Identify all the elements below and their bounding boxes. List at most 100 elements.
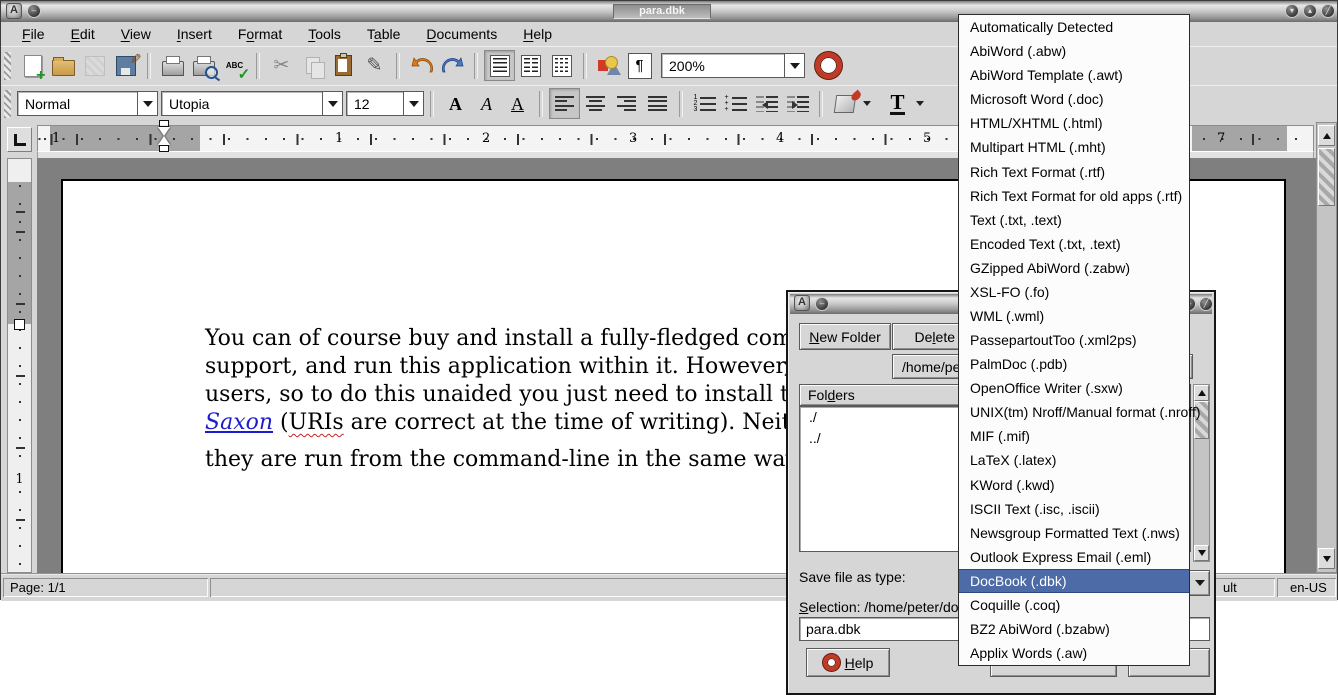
format-option[interactable]: Text (.txt, .text) bbox=[959, 208, 1189, 232]
undo-button[interactable] bbox=[406, 50, 437, 81]
open-button[interactable] bbox=[48, 50, 79, 81]
format-option[interactable]: PassepartoutToo (.xml2ps) bbox=[959, 328, 1189, 352]
font-combo-arrow[interactable] bbox=[323, 91, 343, 116]
vruler-margin-marker[interactable] bbox=[14, 319, 25, 330]
underline-button[interactable]: A bbox=[502, 88, 533, 119]
style-combo-arrow[interactable] bbox=[138, 91, 158, 116]
undo-icon bbox=[411, 57, 433, 75]
paste-button[interactable] bbox=[328, 50, 359, 81]
minimize-button[interactable]: ▾ bbox=[1285, 4, 1299, 18]
format-option[interactable]: Newsgroup Formatted Text (.nws) bbox=[959, 521, 1189, 545]
menu-item-help[interactable]: Help bbox=[510, 24, 565, 45]
font-size-combo-arrow[interactable] bbox=[404, 91, 424, 116]
bold-button[interactable]: A bbox=[440, 88, 471, 119]
view-three-columns-button[interactable] bbox=[546, 50, 577, 81]
tab-selector-button[interactable] bbox=[7, 127, 32, 152]
close-button[interactable]: ╱ bbox=[1321, 4, 1335, 18]
pen-button[interactable]: ✎ bbox=[359, 50, 390, 81]
menu-item-insert[interactable]: Insert bbox=[164, 24, 225, 45]
scroll-up-button[interactable] bbox=[1318, 125, 1335, 146]
font-color-dropdown[interactable] bbox=[913, 91, 927, 116]
dialog-close-button[interactable]: ╱ bbox=[1199, 297, 1213, 311]
format-option[interactable]: MIF (.mif) bbox=[959, 424, 1189, 448]
menu-item-tools[interactable]: Tools bbox=[295, 24, 354, 45]
spellcheck-button[interactable]: ABC✓ bbox=[219, 50, 250, 81]
save-icon bbox=[85, 56, 105, 76]
format-option[interactable]: Rich Text Format for old apps (.rtf) bbox=[959, 184, 1189, 208]
new-document-button[interactable]: + bbox=[17, 50, 48, 81]
menu-item-edit[interactable]: Edit bbox=[58, 24, 108, 45]
folders-scroll-up-button[interactable] bbox=[1194, 385, 1209, 401]
format-option[interactable]: Automatically Detected bbox=[959, 15, 1189, 39]
save-as-icon bbox=[116, 56, 136, 76]
zoom-combo[interactable]: 200% bbox=[661, 53, 785, 78]
format-option[interactable]: KWord (.kwd) bbox=[959, 472, 1189, 496]
font-color-button[interactable]: T bbox=[882, 88, 913, 119]
format-option[interactable]: XSL-FO (.fo) bbox=[959, 280, 1189, 304]
format-option[interactable]: ISCII Text (.isc, .iscii) bbox=[959, 497, 1189, 521]
help-toolbar-button[interactable] bbox=[813, 50, 844, 81]
window-menu-button[interactable]: – bbox=[27, 4, 41, 18]
menu-item-view[interactable]: View bbox=[108, 24, 164, 45]
highlight-color-dropdown[interactable] bbox=[860, 91, 874, 116]
increase-indent-button[interactable] bbox=[782, 88, 813, 119]
maximize-button[interactable]: ▴ bbox=[1303, 4, 1317, 18]
menu-item-table[interactable]: Table bbox=[354, 24, 413, 45]
bullet-list-button[interactable]: +++ bbox=[720, 88, 751, 119]
menu-item-file[interactable]: File bbox=[9, 24, 58, 45]
format-option[interactable]: DocBook (.dbk) bbox=[959, 569, 1189, 593]
view-one-column-button[interactable] bbox=[484, 50, 515, 81]
menu-item-documents[interactable]: Documents bbox=[413, 24, 510, 45]
new-folder-button[interactable]: New Folder bbox=[799, 323, 891, 350]
format-option[interactable]: Encoded Text (.txt, .text) bbox=[959, 232, 1189, 256]
save-as-button[interactable] bbox=[110, 50, 141, 81]
vertical-scrollbar[interactable] bbox=[1316, 122, 1337, 573]
format-option[interactable]: BZ2 AbiWord (.bzabw) bbox=[959, 617, 1189, 641]
highlight-color-button[interactable] bbox=[829, 88, 860, 119]
font-combo[interactable]: Utopia bbox=[161, 91, 323, 116]
folders-scroll-down-button[interactable] bbox=[1194, 545, 1209, 561]
hyperlink-text[interactable]: Saxon bbox=[205, 410, 273, 435]
view-two-columns-button[interactable] bbox=[515, 50, 546, 81]
format-option[interactable]: HTML/XHTML (.html) bbox=[959, 111, 1189, 135]
align-left-button[interactable] bbox=[549, 88, 580, 119]
toolbar-handle[interactable] bbox=[4, 90, 11, 118]
format-option[interactable]: GZipped AbiWord (.zabw) bbox=[959, 256, 1189, 280]
dialog-window-menu-button[interactable]: – bbox=[815, 297, 829, 311]
align-center-button[interactable] bbox=[580, 88, 611, 119]
format-option[interactable]: PalmDoc (.pdb) bbox=[959, 352, 1189, 376]
format-option[interactable]: AbiWord (.abw) bbox=[959, 39, 1189, 63]
scroll-down-button[interactable] bbox=[1318, 548, 1335, 569]
format-option[interactable]: OpenOffice Writer (.sxw) bbox=[959, 376, 1189, 400]
font-size-combo[interactable]: 12 bbox=[346, 91, 404, 116]
format-option[interactable]: Microsoft Word (.doc) bbox=[959, 87, 1189, 111]
format-option[interactable]: Rich Text Format (.rtf) bbox=[959, 159, 1189, 183]
numbered-list-button[interactable]: 123 bbox=[689, 88, 720, 119]
insert-shapes-button[interactable] bbox=[593, 50, 624, 81]
redo-button[interactable] bbox=[437, 50, 468, 81]
document-text: users, so to do this unaided you just ne… bbox=[205, 382, 808, 407]
decrease-indent-button[interactable] bbox=[751, 88, 782, 119]
italic-button[interactable]: A bbox=[471, 88, 502, 119]
print-preview-button[interactable] bbox=[188, 50, 219, 81]
toolbar-handle[interactable] bbox=[4, 52, 11, 80]
show-formatting-marks-button[interactable]: ¶ bbox=[624, 50, 655, 81]
format-option[interactable]: WML (.wml) bbox=[959, 304, 1189, 328]
format-option[interactable]: Outlook Express Email (.eml) bbox=[959, 545, 1189, 569]
print-button[interactable] bbox=[157, 50, 188, 81]
menu-item-format[interactable]: Format bbox=[225, 24, 295, 45]
format-option[interactable]: Applix Words (.aw) bbox=[959, 641, 1189, 665]
format-option[interactable]: LaTeX (.latex) bbox=[959, 448, 1189, 472]
format-option[interactable]: UNIX(tm) Nroff/Manual format (.nroff) bbox=[959, 400, 1189, 424]
format-option[interactable]: AbiWord Template (.awt) bbox=[959, 63, 1189, 87]
style-combo[interactable]: Normal bbox=[17, 91, 138, 116]
vertical-ruler[interactable]: 1 bbox=[7, 158, 32, 573]
align-justify-button[interactable] bbox=[642, 88, 673, 119]
help-button[interactable]: Help bbox=[806, 648, 890, 677]
zoom-combo-arrow[interactable] bbox=[785, 53, 805, 78]
align-right-button[interactable] bbox=[611, 88, 642, 119]
format-option[interactable]: Multipart HTML (.mht) bbox=[959, 135, 1189, 159]
scrollbar-thumb[interactable] bbox=[1318, 148, 1335, 206]
format-option[interactable]: Coquille (.coq) bbox=[959, 593, 1189, 617]
indent-marker[interactable] bbox=[157, 120, 171, 154]
